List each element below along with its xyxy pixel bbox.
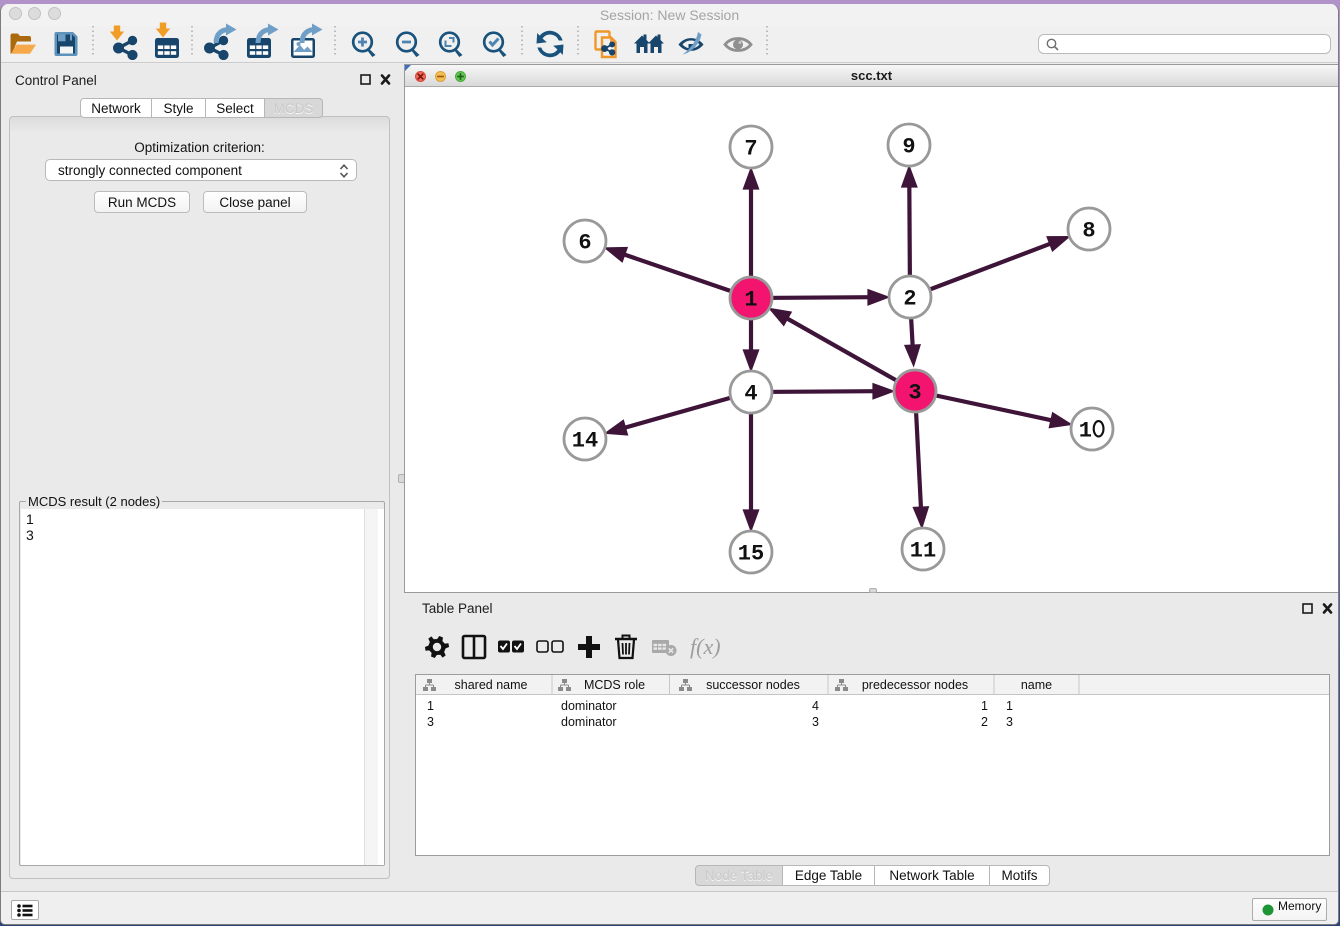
svg-text:9: 9 <box>902 135 915 160</box>
svg-text:2: 2 <box>903 287 916 312</box>
svg-text:4: 4 <box>744 382 757 407</box>
svg-text:14: 14 <box>572 429 598 454</box>
svg-text:1: 1 <box>1079 419 1092 444</box>
svg-text:11: 11 <box>910 539 936 564</box>
svg-text:8: 8 <box>1082 219 1095 244</box>
svg-text:f(x): f(x) <box>690 634 721 659</box>
svg-text:1: 1 <box>744 288 757 313</box>
svg-text:6: 6 <box>578 231 591 256</box>
svg-text:3: 3 <box>908 381 921 406</box>
svg-text:15: 15 <box>738 542 764 567</box>
svg-text:7: 7 <box>744 137 757 162</box>
